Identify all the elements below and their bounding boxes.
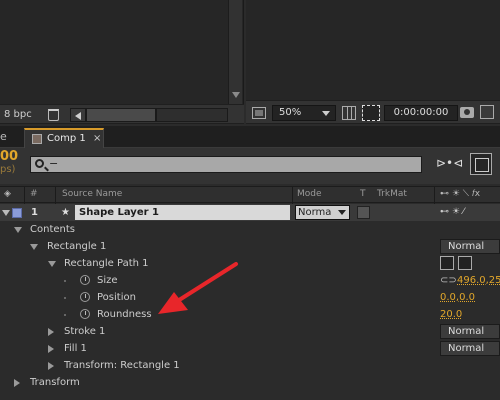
roundness-value[interactable]: 20.0 xyxy=(440,306,462,323)
magnification-dropdown[interactable]: 50% xyxy=(272,105,336,121)
trash-icon[interactable] xyxy=(48,109,59,121)
contents-label: Contents xyxy=(30,224,75,235)
chevron-right-icon[interactable] xyxy=(48,328,54,336)
chevron-down-icon[interactable] xyxy=(48,261,56,267)
tag-icon[interactable]: ◈ xyxy=(4,189,11,199)
layer-mode-dropdown[interactable]: Norma xyxy=(295,205,350,220)
column-t: T xyxy=(360,189,366,199)
stopwatch-icon[interactable] xyxy=(80,292,90,302)
layer-index: 1 xyxy=(31,207,38,218)
footage-pane xyxy=(0,0,244,104)
close-icon[interactable]: × xyxy=(93,133,101,144)
list-item-fill[interactable]: Fill 1 Normal xyxy=(0,340,500,357)
list-item-contents[interactable]: Contents xyxy=(0,221,500,238)
property-size[interactable]: Size ⊂⊃ 496.0,25 xyxy=(0,272,500,289)
chevron-down-icon[interactable] xyxy=(14,227,22,233)
property-position[interactable]: Position 0.0,0.0 xyxy=(0,289,500,306)
scroll-down-arrow-icon[interactable] xyxy=(232,92,240,98)
trkmat-box[interactable] xyxy=(357,206,370,219)
link-icon[interactable]: ⊂⊃ xyxy=(440,272,457,289)
search-input[interactable]: − xyxy=(30,156,422,173)
stopwatch-icon[interactable] xyxy=(80,309,90,319)
chevron-down-icon[interactable] xyxy=(2,210,10,216)
column-mode: Mode xyxy=(297,189,322,199)
list-item-transform-rectangle[interactable]: Transform: Rectangle 1 xyxy=(0,357,500,374)
star-icon: ★ xyxy=(61,207,70,218)
layer-mode-value: Norma xyxy=(298,207,332,218)
grid-icon[interactable] xyxy=(342,106,356,120)
layer-row[interactable]: 1 ★ Shape Layer 1 Norma ⊷ ☀ ⁄ xyxy=(0,204,500,221)
tab-label: Comp 1 xyxy=(47,133,86,144)
chevron-down-icon[interactable] xyxy=(30,244,38,250)
fill-blend-mode[interactable]: Normal xyxy=(440,341,500,356)
arrow-shaft xyxy=(174,262,238,304)
path-direction-icon[interactable] xyxy=(440,256,454,270)
chevron-down-icon xyxy=(322,111,330,116)
chevron-right-icon[interactable] xyxy=(14,379,20,387)
position-label: Position xyxy=(97,292,136,303)
vertical-scrollbar[interactable] xyxy=(228,0,242,104)
tree-dot xyxy=(64,314,66,316)
tree-dot xyxy=(64,297,66,299)
arrow-left-icon xyxy=(75,112,81,120)
list-item-stroke[interactable]: Stroke 1 Normal xyxy=(0,323,500,340)
project-toolbar: 8 bpc xyxy=(0,104,244,124)
transform-rectangle-label: Transform: Rectangle 1 xyxy=(64,360,180,371)
bit-depth-label[interactable]: 8 bpc xyxy=(4,109,32,120)
stopwatch-icon[interactable] xyxy=(80,275,90,285)
region-of-interest-icon[interactable] xyxy=(362,105,380,121)
graph-editor-icon[interactable]: ⊳•⊲ xyxy=(436,156,463,172)
rectangle-1-blend-mode[interactable]: Normal xyxy=(440,239,500,254)
chevron-right-icon[interactable] xyxy=(48,345,54,353)
rectangle-1-label: Rectangle 1 xyxy=(47,241,107,252)
horizontal-scroll-track[interactable] xyxy=(156,108,228,122)
roundness-label: Roundness xyxy=(97,309,152,320)
search-icon xyxy=(35,159,44,168)
composition-icon xyxy=(32,134,42,144)
stroke-blend-mode[interactable]: Normal xyxy=(440,324,500,339)
chevron-right-icon[interactable] xyxy=(48,362,54,370)
path-reverse-icon[interactable] xyxy=(458,256,472,270)
scroll-left-button[interactable] xyxy=(70,108,86,122)
frame-rate: ps) xyxy=(0,164,16,175)
column-number: # xyxy=(30,189,38,199)
rectangle-path-label: Rectangle Path 1 xyxy=(64,258,149,269)
motion-blur-toggle-icon[interactable] xyxy=(470,153,492,175)
current-time[interactable]: 00 xyxy=(0,150,18,163)
chevron-down-icon xyxy=(338,210,346,215)
tree-dot xyxy=(64,280,66,282)
size-label: Size xyxy=(97,275,118,286)
search-value: − xyxy=(49,157,59,170)
list-item-transform[interactable]: Transform xyxy=(0,374,500,391)
label-color-swatch[interactable] xyxy=(12,208,22,218)
channel-icon[interactable] xyxy=(480,105,494,119)
column-source-name[interactable]: Source Name xyxy=(62,189,122,199)
list-item-rectangle-1[interactable]: Rectangle 1 Normal xyxy=(0,238,500,255)
layer-name[interactable]: Shape Layer 1 xyxy=(75,205,290,220)
layer-column-headers: ◈ # Source Name Mode T TrkMat ⊷ ☀ ⟍ 𝑓x xyxy=(0,186,500,204)
stroke-label: Stroke 1 xyxy=(64,326,106,337)
camera-icon[interactable] xyxy=(460,107,474,118)
composition-viewer xyxy=(246,0,500,100)
horizontal-scroll-thumb[interactable] xyxy=(86,108,156,122)
tab-previous[interactable]: e xyxy=(0,130,7,143)
tab-comp-1[interactable]: Comp 1 × xyxy=(24,128,104,148)
list-item-rectangle-path[interactable]: Rectangle Path 1 xyxy=(0,255,500,272)
switches-icons: ⊷ ☀ ⟍ 𝑓x xyxy=(440,189,481,199)
layer-switches[interactable]: ⊷ ☀ ⁄ xyxy=(440,204,464,221)
fill-label: Fill 1 xyxy=(64,343,87,354)
property-roundness[interactable]: Roundness 20.0 xyxy=(0,306,500,323)
zoom-value: 50% xyxy=(279,107,302,118)
size-value[interactable]: 496.0,25 xyxy=(457,272,500,289)
monitor-icon[interactable] xyxy=(252,107,266,119)
viewer-toolbar: 50% 0:00:00:00 xyxy=(246,100,500,124)
current-time-display[interactable]: 0:00:00:00 xyxy=(384,105,458,121)
annotation-arrow xyxy=(158,262,238,314)
transform-label: Transform xyxy=(30,377,80,388)
position-value[interactable]: 0.0,0.0 xyxy=(440,289,475,306)
panel-tabs: e Comp 1 × xyxy=(0,126,500,148)
column-trkmat: TrkMat xyxy=(377,189,407,199)
